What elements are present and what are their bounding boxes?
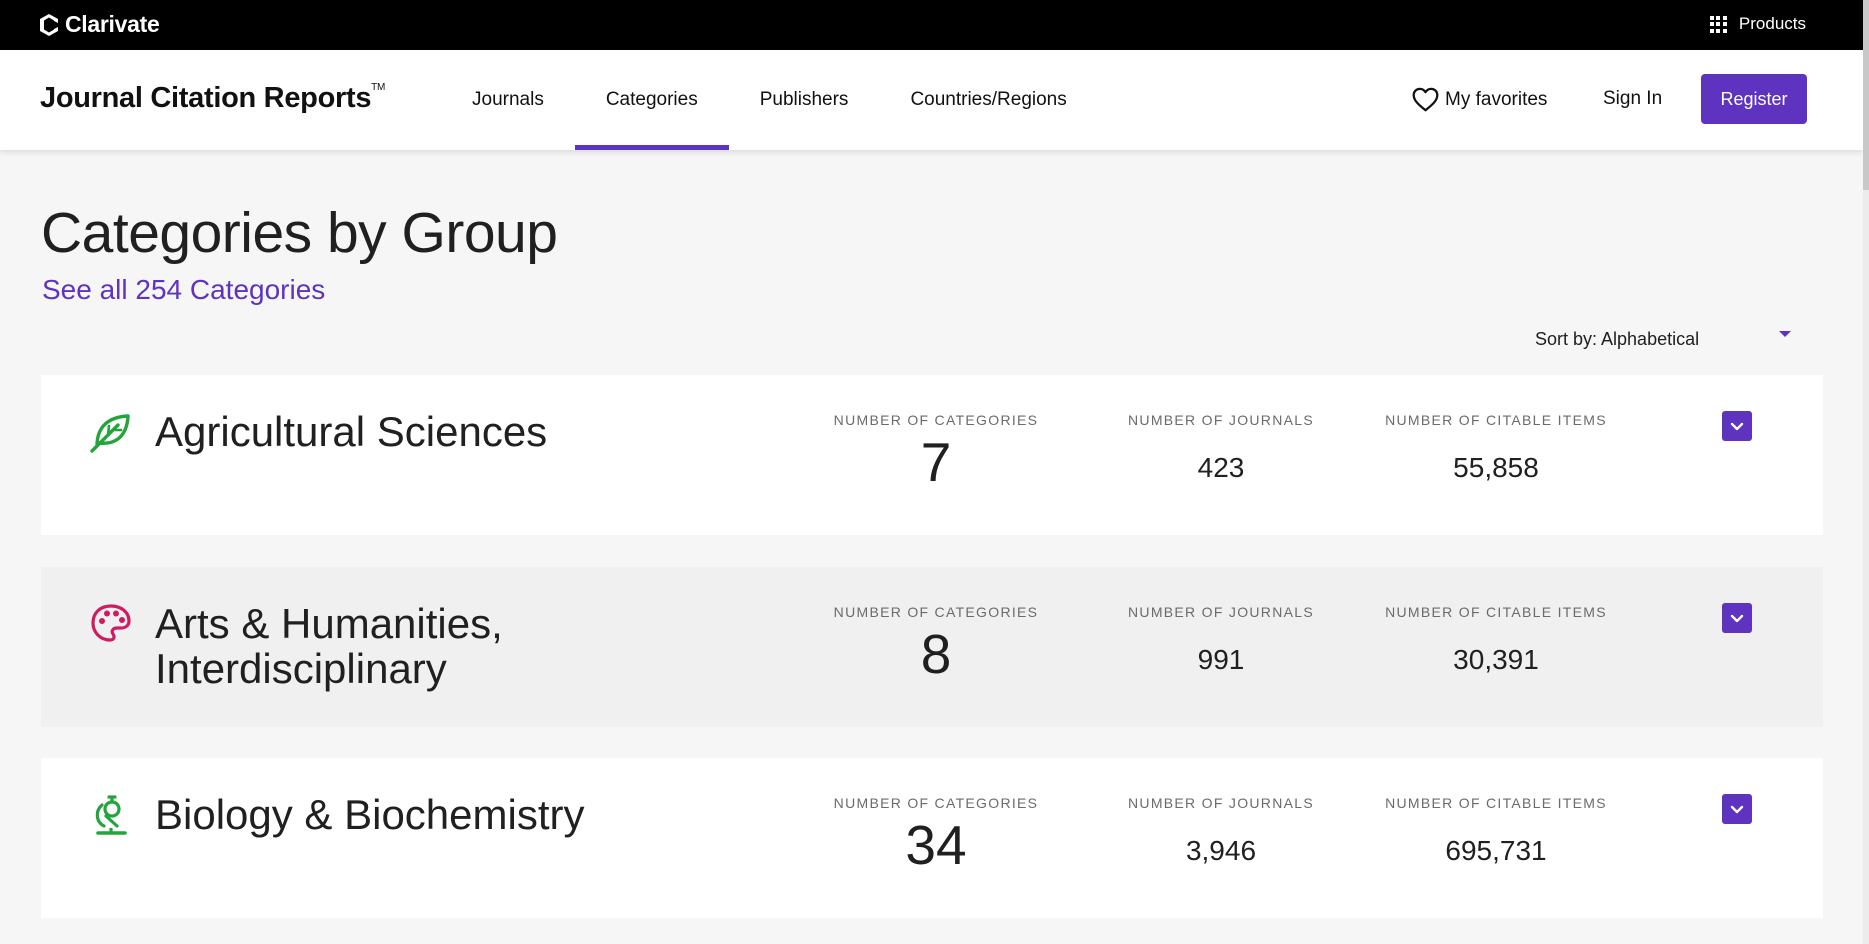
group-name[interactable]: Arts & Humanities, Interdisciplinary (155, 601, 715, 691)
stat-categories: NUMBER OF CATEGORIES 34 (826, 795, 1046, 877)
clarivate-logo-icon (40, 13, 58, 36)
stat-categories: NUMBER OF CATEGORIES 8 (826, 604, 1046, 686)
page-title: Categories by Group (41, 201, 558, 265)
stat-label-citable: NUMBER OF CITABLE ITEMS (1385, 795, 1607, 811)
nav-journals[interactable]: Journals (441, 50, 575, 150)
journals-count: 3,946 (1185, 835, 1257, 866)
stat-journals: NUMBER OF JOURNALS 3,946 (1111, 795, 1331, 867)
register-button[interactable]: Register (1701, 74, 1807, 124)
main-header: Journal Citation ReportsTM Journals Cate… (0, 50, 1863, 150)
citable-items-count: 30,391 (1453, 644, 1539, 675)
palette-icon (91, 604, 131, 642)
top-bar: Clarivate Products (0, 0, 1863, 50)
microscope-icon (95, 795, 127, 835)
stat-label-journals: NUMBER OF JOURNALS (1128, 412, 1314, 428)
stat-journals: NUMBER OF JOURNALS 423 (1111, 412, 1331, 484)
stat-citable-items: NUMBER OF CITABLE ITEMS 55,858 (1381, 412, 1611, 484)
sort-label: Sort by: Alphabetical (1535, 329, 1700, 349)
categories-count: 7 (920, 431, 952, 493)
page-scrollbar[interactable] (1863, 0, 1869, 944)
stat-label-citable: NUMBER OF CITABLE ITEMS (1385, 604, 1607, 620)
journals-count: 991 (1197, 644, 1245, 675)
stat-label-categories: NUMBER OF CATEGORIES (833, 795, 1039, 811)
caret-down-icon (1779, 331, 1791, 337)
brand-name: Clarivate (65, 11, 160, 37)
citable-items-count: 55,858 (1453, 452, 1539, 483)
stat-citable-items: NUMBER OF CITABLE ITEMS 695,731 (1381, 795, 1611, 867)
expand-button[interactable] (1722, 411, 1752, 441)
group-card-agricultural-sciences: Agricultural Sciences NUMBER OF CATEGORI… (41, 375, 1823, 535)
journals-count: 423 (1197, 452, 1245, 483)
clarivate-logo[interactable]: Clarivate (38, 11, 160, 38)
chevron-down-icon (1730, 805, 1744, 813)
products-label: Products (1738, 14, 1806, 33)
expand-button[interactable] (1722, 603, 1752, 633)
stat-label-categories: NUMBER OF CATEGORIES (833, 604, 1039, 620)
categories-count: 8 (920, 623, 952, 685)
citable-items-count: 695,731 (1445, 835, 1547, 866)
nav-publishers[interactable]: Publishers (729, 50, 880, 150)
nav-categories[interactable]: Categories (574, 50, 729, 150)
my-favorites-label: My favorites (1445, 88, 1548, 110)
group-card-biology-biochemistry: Biology & Biochemistry NUMBER OF CATEGOR… (41, 758, 1823, 918)
jcr-logo[interactable]: Journal Citation ReportsTM (40, 82, 385, 115)
stat-journals: NUMBER OF JOURNALS 991 (1111, 604, 1331, 676)
sign-in-link[interactable]: Sign In (1603, 88, 1662, 110)
group-name[interactable]: Agricultural Sciences (155, 409, 715, 454)
stat-label-citable: NUMBER OF CITABLE ITEMS (1385, 412, 1607, 428)
stat-categories: NUMBER OF CATEGORIES 7 (826, 412, 1046, 494)
leaf-icon (90, 414, 130, 453)
products-menu[interactable]: Products (1709, 14, 1806, 34)
group-name[interactable]: Biology & Biochemistry (155, 792, 715, 837)
my-favorites-link[interactable]: My favorites (1412, 87, 1547, 112)
chevron-down-icon (1730, 614, 1744, 622)
app-grid-icon (1709, 15, 1727, 33)
nav-countries-regions[interactable]: Countries/Regions (879, 50, 1097, 150)
expand-button[interactable] (1722, 794, 1752, 824)
chevron-down-icon (1730, 422, 1744, 430)
heart-icon (1412, 87, 1439, 112)
stat-citable-items: NUMBER OF CITABLE ITEMS 30,391 (1381, 604, 1611, 676)
sort-dropdown[interactable]: Sort by: Alphabetical (1535, 329, 1791, 350)
stat-label-journals: NUMBER OF JOURNALS (1128, 604, 1314, 620)
see-all-categories-link[interactable]: See all 254 Categories (42, 274, 325, 306)
stat-label-categories: NUMBER OF CATEGORIES (833, 412, 1039, 428)
scrollbar-thumb[interactable] (1863, 0, 1869, 190)
jcr-title-text: Journal Citation Reports (40, 82, 372, 114)
main-nav: Journals Categories Publishers Countries… (441, 50, 1098, 150)
categories-count: 34 (905, 814, 967, 876)
trademark: TM (371, 82, 386, 94)
stat-label-journals: NUMBER OF JOURNALS (1128, 795, 1314, 811)
group-card-arts-humanities: Arts & Humanities, Interdisciplinary NUM… (41, 567, 1823, 727)
